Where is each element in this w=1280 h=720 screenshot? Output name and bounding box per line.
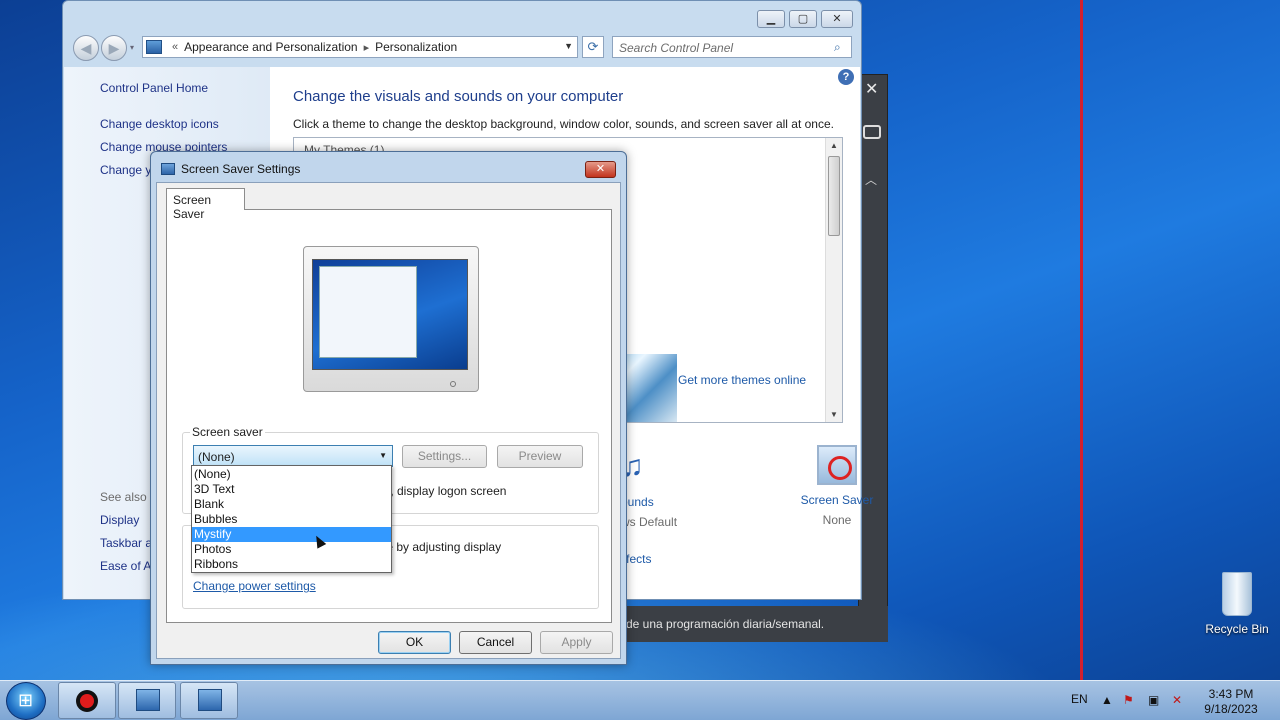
sidebar-item-ease-of-access[interactable]: Ease of Ac [100,559,157,573]
screen-saver-select[interactable]: (None) ▼ [193,445,393,467]
scroll-up-icon[interactable]: ▲ [830,141,838,150]
chevron-down-icon[interactable]: ▼ [379,451,387,460]
apply-button[interactable]: Apply [540,631,613,654]
screen-saver-group-label: Screen saver [190,425,265,439]
sidebar-item-change-account-picture[interactable]: Change y [100,163,151,177]
list-item[interactable]: (None) [192,467,391,482]
clock[interactable]: 3:43 PM 9/18/2023 [1196,687,1266,717]
network-icon[interactable]: ▣ [1148,693,1159,707]
refresh-button[interactable]: ⟳ [582,36,604,58]
taskbar-screen-saver-app[interactable] [180,682,238,719]
sounds-setting[interactable]: ♫ ounds ws Default [621,447,677,529]
taskbar-control-panel-app[interactable] [118,682,176,719]
clock-time: 3:43 PM [1208,687,1254,701]
window-controls: ▁ ▢ ✕ [757,10,853,28]
dialog-close-button[interactable]: ✕ [585,161,616,178]
screen-saver-dropdown-list[interactable]: (None) 3D Text Blank Bubbles Mystify Pho… [191,465,392,573]
screen-saver-select-value: (None) [198,450,235,464]
sounds-value: ws Default [621,515,678,529]
breadcrumb-appearance[interactable]: Appearance and Personalization [184,40,357,54]
back-button[interactable]: ◀ [73,35,99,61]
help-icon[interactable]: ? [838,69,854,85]
background-dark-window: ✕ ︿ [858,74,888,642]
close-icon[interactable]: ✕ [865,79,878,99]
sidebar-item-change-desktop-icons[interactable]: Change desktop icons [100,117,219,131]
preview-monitor [303,246,479,392]
preview-window-thumbnail [319,266,417,358]
list-item[interactable]: 3D Text [192,482,391,497]
page-title: Change the visuals and sounds on your co… [293,88,624,105]
see-also-label: See also [100,490,147,504]
dialog-body: Screen Saver Screen saver (None) ▼ Setti… [156,182,621,659]
clock-date: 9/18/2023 [1204,702,1258,716]
breadcrumb-personalization[interactable]: Personalization [375,40,457,54]
page-description: Click a theme to change the desktop back… [293,117,834,131]
address-dropdown-icon[interactable]: ▼ [564,41,573,51]
address-bar[interactable]: « Appearance and Personalization ▸ Perso… [142,36,578,58]
search-input[interactable]: Search Control Panel ⌕ [612,36,852,58]
power-led-icon [450,381,456,387]
list-item[interactable]: Ribbons [192,557,391,572]
screen-saver-label[interactable]: Screen Saver [790,493,884,507]
tab-screen-saver[interactable]: Screen Saver [166,188,245,221]
list-item-highlighted[interactable]: Mystify [192,527,391,542]
sidebar-item-taskbar[interactable]: Taskbar a [100,536,152,550]
sounds-label[interactable]: ounds [621,495,677,509]
chevron-up-icon[interactable]: ︿ [865,171,877,188]
red-divider-line [1080,0,1083,680]
overflow-chevron-icon[interactable]: « [172,41,178,53]
sidebar-item-display[interactable]: Display [100,513,139,527]
list-item[interactable]: Blank [192,497,391,512]
taskbar-recorder-app[interactable] [58,682,116,719]
action-center-icon[interactable]: ⚑ [1123,693,1134,707]
start-button[interactable] [6,682,46,720]
list-item[interactable]: Photos [192,542,391,557]
language-indicator[interactable]: EN [1071,692,1088,706]
cancel-button[interactable]: Cancel [459,631,532,654]
recycle-bin-desktop-icon[interactable]: Recycle Bin [1204,572,1270,636]
preview-screen [312,259,468,370]
get-more-themes-link[interactable]: Get more themes online [678,373,806,387]
dialog-title-bar: Screen Saver Settings [161,162,300,176]
recent-pages-dropdown[interactable]: ▾ [130,43,134,52]
dialog-title: Screen Saver Settings [181,162,301,176]
ease-of-access-effects-link[interactable]: ffects [623,552,651,566]
close-button[interactable]: ✕ [821,10,853,28]
recycle-bin-icon [1222,572,1252,616]
volume-muted-icon[interactable]: ✕ [1172,693,1182,707]
monitor-icon [161,163,175,175]
maximize-button[interactable]: ▢ [789,10,817,28]
forward-button[interactable]: ▶ [101,35,127,61]
control-panel-icon [136,689,160,711]
ok-button[interactable]: OK [378,631,451,654]
control-panel-icon [146,40,162,54]
taskbar: EN ▲ ⚑ ▣ ✕ 3:43 PM 9/18/2023 [0,680,1280,720]
display-icon [198,689,222,711]
search-placeholder: Search Control Panel [619,41,734,55]
recycle-bin-label: Recycle Bin [1205,622,1269,636]
change-power-settings-link[interactable]: Change power settings [193,579,316,593]
sidebar-item-control-panel-home[interactable]: Control Panel Home [100,81,208,95]
show-hidden-icons-icon[interactable]: ▲ [1101,693,1113,707]
themes-scrollbar[interactable]: ▲ ▼ [825,138,842,422]
scroll-thumb[interactable] [828,156,840,236]
screen-saver-setting[interactable]: Screen Saver None [790,445,884,527]
background-window-text: de una programación diaria/semanal. [626,606,888,642]
breadcrumb-separator-icon[interactable]: ▸ [364,41,370,54]
settings-button[interactable]: Settings... [402,445,487,468]
list-item[interactable]: Bubbles [192,512,391,527]
title-bar: ▁ ▢ ✕ ◀ ▶ ▾ « Appearance and Personaliza… [63,1,861,67]
preview-button[interactable]: Preview [497,445,583,468]
screen-saver-dialog: Screen Saver Settings ✕ Screen Saver Scr… [150,151,627,665]
screen-saver-icon [817,445,857,485]
screen-saver-value: None [822,513,852,527]
scroll-down-icon[interactable]: ▼ [830,410,838,419]
camera-icon[interactable] [863,125,881,139]
record-icon [76,690,98,712]
search-icon[interactable]: ⌕ [834,40,846,54]
minimize-button[interactable]: ▁ [757,10,785,28]
